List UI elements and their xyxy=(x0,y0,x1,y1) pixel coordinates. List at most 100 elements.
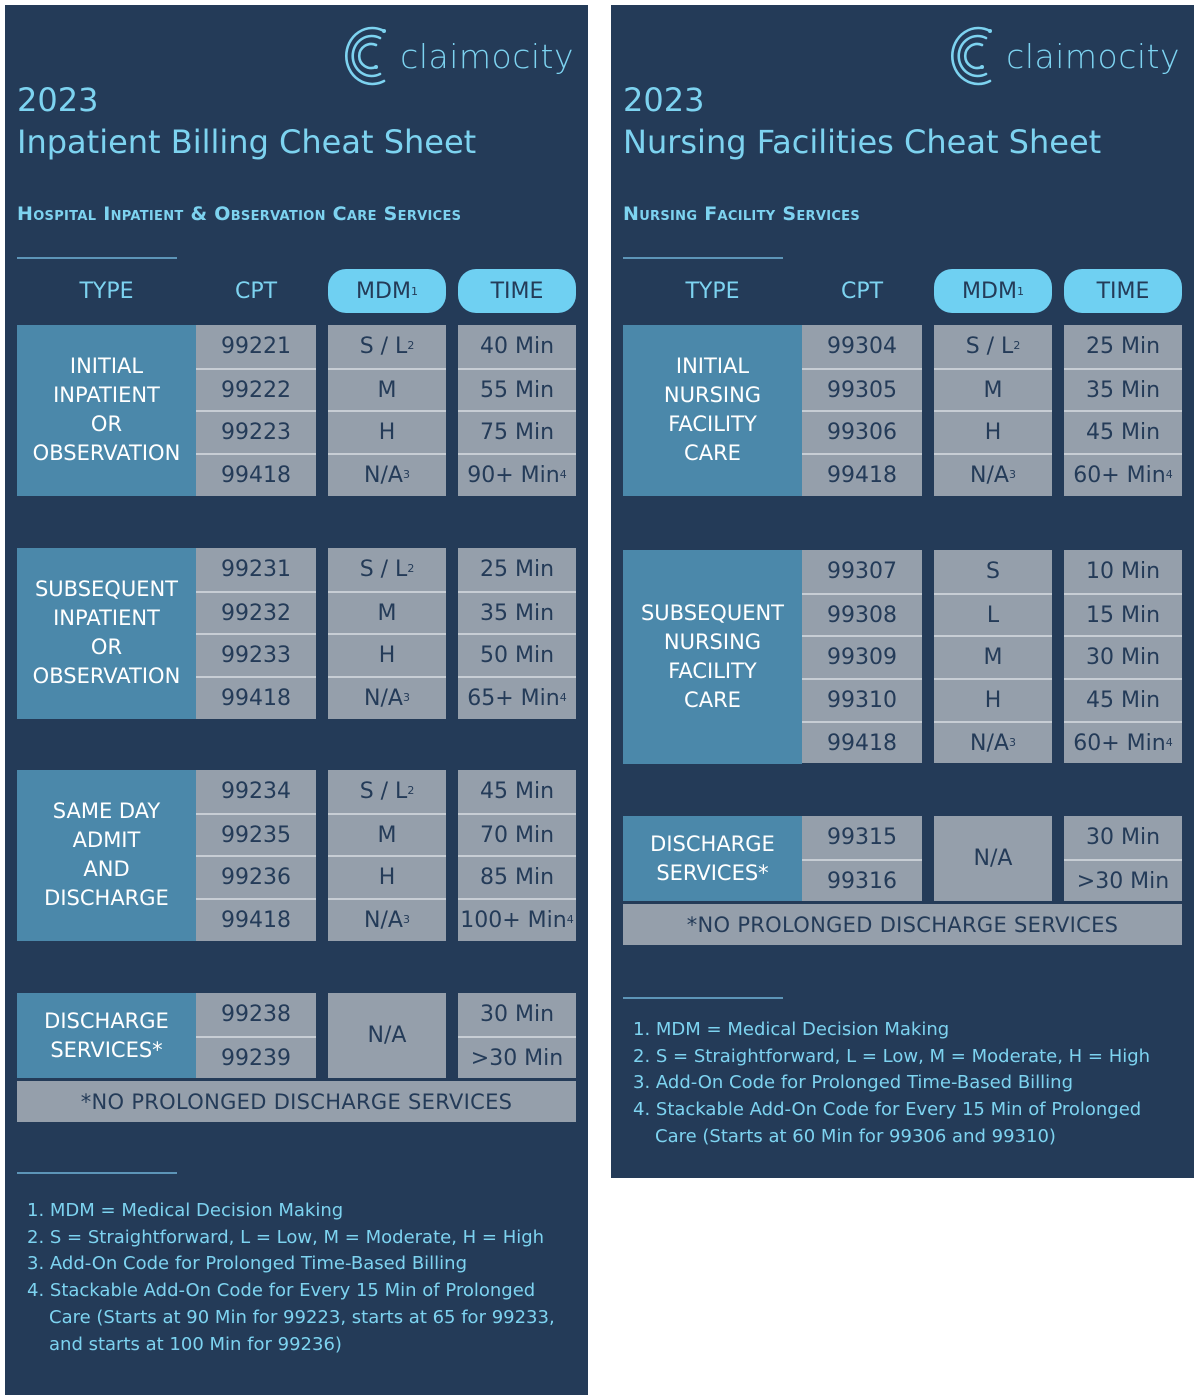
time-cell: 35 Min xyxy=(458,590,576,634)
cpt-code-cell: 99304 xyxy=(802,325,922,368)
mdm-level-cell: H xyxy=(934,678,1052,721)
time-cell: 35 Min xyxy=(1064,367,1182,411)
column-header-cpt: CPT xyxy=(840,278,884,304)
cpt-code-cell: 99221 xyxy=(196,325,316,368)
footnote-item: 3. Add-On Code for Prolonged Time-Based … xyxy=(633,1072,1074,1094)
time-cell: 40 Min xyxy=(458,325,576,368)
time-cell: 30 Min xyxy=(1064,635,1182,679)
type-cell: SUBSEQUENT INPATIENT OR OBSERVATION xyxy=(17,548,196,719)
footnotes: 1. MDM = Medical Decision Making 2. S = S… xyxy=(27,1198,567,1358)
time-cell: 55 Min xyxy=(458,367,576,411)
mdm-level-cell: M xyxy=(328,367,446,411)
cpt-code-cell: 99418 xyxy=(196,898,316,941)
time-cell: 30 Min xyxy=(458,993,576,1036)
mdm-level-cell: H xyxy=(934,410,1052,454)
nursing-facility-cheat-sheet-panel: claimocity 2023 Nursing Facilities Cheat… xyxy=(611,5,1194,1178)
time-cell: 15 Min xyxy=(1064,592,1182,636)
cpt-code-cell: 99233 xyxy=(196,633,316,677)
footnote-item: 1. MDM = Medical Decision Making xyxy=(633,1019,950,1040)
time-cell: 30 Min xyxy=(1064,816,1182,859)
mdm-level-cell: H xyxy=(328,855,446,899)
sheet-title: Inpatient Billing Cheat Sheet xyxy=(17,123,477,161)
cpt-code-cell: 99223 xyxy=(196,410,316,454)
time-cell: 45 Min xyxy=(458,770,576,813)
time-cell: 45 Min xyxy=(1064,410,1182,454)
type-cell: INITIAL NURSING FACILITY CARE xyxy=(623,325,802,496)
type-cell-discharge: DISCHARGE SERVICES* xyxy=(623,816,802,902)
type-cell: SUBSEQUENT NURSING FACILITY CARE xyxy=(623,550,802,764)
cpt-code-cell: 99418 xyxy=(802,453,922,496)
mdm-level-cell: H xyxy=(328,633,446,677)
cpt-code-cell: 99231 xyxy=(196,548,316,591)
type-cell: INITIAL INPATIENT OR OBSERVATION xyxy=(17,325,196,496)
column-header-mdm: MDM 1 xyxy=(934,269,1052,313)
no-prolonged-discharge-note: *NO PROLONGED DISCHARGE SERVICES xyxy=(623,904,1182,946)
time-cell: 60+ Min 4 xyxy=(1064,453,1182,496)
cpt-code-cell: 99306 xyxy=(802,410,922,454)
mdm-level-cell: M xyxy=(328,812,446,856)
cpt-code-cell: 99315 xyxy=(802,816,922,859)
cpt-code-cell: 99309 xyxy=(802,635,922,679)
mdm-level-cell: S / L2 xyxy=(328,548,446,591)
sheet-year: 2023 xyxy=(623,81,705,119)
sheet-year: 2023 xyxy=(17,81,99,119)
mdm-level-cell: N/A 3 xyxy=(934,453,1052,496)
column-header-mdm: MDM 1 xyxy=(328,269,446,313)
column-header-time: TIME xyxy=(1064,269,1182,313)
time-cell: 75 Min xyxy=(458,410,576,454)
mdm-level-cell: N/A 3 xyxy=(328,676,446,719)
brand-name: claimocity xyxy=(400,36,574,76)
brand-name: claimocity xyxy=(1006,36,1180,76)
cpt-code-cell: 99305 xyxy=(802,367,922,411)
divider xyxy=(17,1172,177,1174)
mdm-level-cell: S xyxy=(934,550,1052,593)
mdm-level-cell: L xyxy=(934,592,1052,636)
footnotes: 1. MDM = Medical Decision Making 2. S = S… xyxy=(633,1017,1178,1151)
time-cell: 90+ Min 4 xyxy=(458,453,576,496)
claimocity-c-arcs-icon xyxy=(345,26,387,86)
footnote-item: 2. S = Straightforward, L = Low, M = Mod… xyxy=(633,1045,1151,1067)
footnote-item: 4. Stackable Add-On Code for Every 15 Mi… xyxy=(27,1280,555,1355)
section-subtitle: Hospital Inpatient & Observation Care Se… xyxy=(17,203,462,225)
time-cell: >30 Min xyxy=(458,1035,576,1079)
column-header-type: TYPE xyxy=(685,278,740,304)
cpt-code-cell: 99418 xyxy=(802,720,922,764)
cpt-code-cell: 99239 xyxy=(196,1035,316,1079)
cpt-code-cell: 99234 xyxy=(196,770,316,813)
time-cell: 25 Min xyxy=(458,548,576,591)
divider xyxy=(623,997,783,999)
cpt-code-cell: 99310 xyxy=(802,678,922,721)
cpt-code-cell: 99308 xyxy=(802,592,922,636)
footnote-item: 3. Add-On Code for Prolonged Time-Based … xyxy=(27,1253,468,1275)
type-cell-discharge: DISCHARGE SERVICES* xyxy=(17,993,196,1079)
cpt-code-cell: 99307 xyxy=(802,550,922,593)
inpatient-cheat-sheet-panel: claimocity 2023 Inpatient Billing Cheat … xyxy=(5,5,588,1395)
time-cell: 65+ Min 4 xyxy=(458,676,576,719)
mdm-level-cell: N/A 3 xyxy=(328,898,446,941)
column-header-type: TYPE xyxy=(79,278,134,304)
time-cell: 25 Min xyxy=(1064,325,1182,368)
time-cell: 70 Min xyxy=(458,812,576,856)
time-cell: 100+ Min 4 xyxy=(458,898,576,941)
type-cell: SAME DAY ADMIT AND DISCHARGE xyxy=(17,770,196,941)
cpt-code-cell: 99232 xyxy=(196,590,316,634)
mdm-level-cell: N/A xyxy=(934,816,1052,902)
footnote-item: 1. MDM = Medical Decision Making xyxy=(27,1200,344,1221)
section-subtitle: Nursing Facility Services xyxy=(623,203,861,225)
cpt-code-cell: 99418 xyxy=(196,676,316,719)
time-cell: 50 Min xyxy=(458,633,576,677)
cpt-code-cell: 99418 xyxy=(196,453,316,496)
sheet-title: Nursing Facilities Cheat Sheet xyxy=(623,123,1102,161)
mdm-level-cell: S / L2 xyxy=(328,770,446,813)
time-cell: 10 Min xyxy=(1064,550,1182,593)
mdm-level-cell: N/A 3 xyxy=(934,720,1052,764)
mdm-level-cell: N/A xyxy=(328,993,446,1079)
cpt-code-cell: 99316 xyxy=(802,858,922,902)
mdm-level-cell: S / L2 xyxy=(934,325,1052,368)
mdm-level-cell: S / L2 xyxy=(328,325,446,368)
time-cell: 45 Min xyxy=(1064,678,1182,721)
cpt-code-cell: 99235 xyxy=(196,812,316,856)
claimocity-c-arcs-icon xyxy=(951,26,993,86)
column-header-time: TIME xyxy=(458,269,576,313)
mdm-level-cell: N/A 3 xyxy=(328,453,446,496)
